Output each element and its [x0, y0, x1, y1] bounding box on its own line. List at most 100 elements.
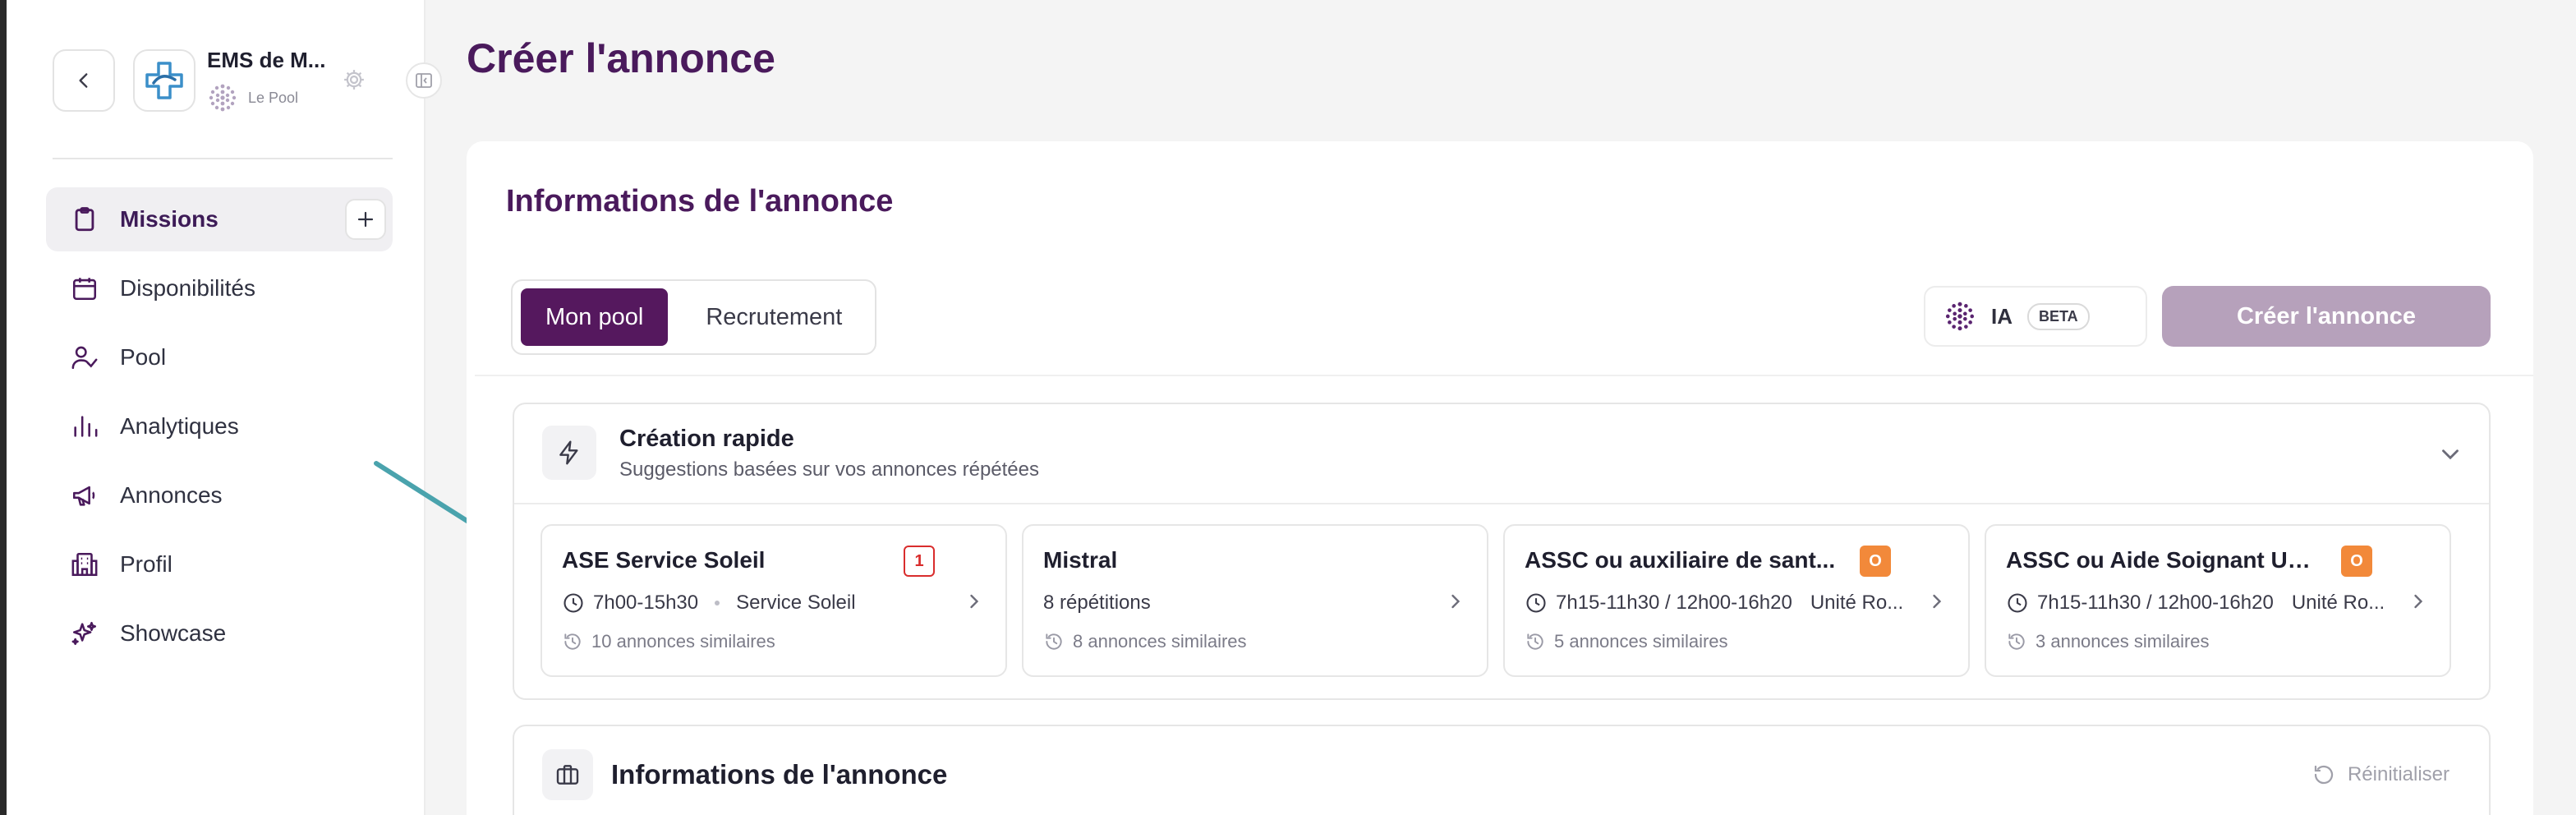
- collapse-sidebar-button[interactable]: [406, 62, 442, 99]
- announcement-form-card: Informations de l'annonce Mon pool Recru…: [467, 141, 2533, 815]
- chevron-right-icon: [1933, 594, 1942, 609]
- sidebar-item-missions[interactable]: Missions: [46, 187, 393, 251]
- reset-icon: [2314, 765, 2334, 785]
- section-title: Informations de l'annonce: [611, 759, 948, 790]
- quick-create-header[interactable]: Création rapide Suggestions basées sur v…: [514, 404, 2489, 504]
- suggestion-card[interactable]: ASE Service Soleil 1 7h00-15h30 Service …: [540, 524, 1007, 677]
- organization-name: EMS de M...: [207, 48, 326, 72]
- suggestion-location: Service Soleil: [736, 592, 856, 614]
- organization-logo: [133, 49, 196, 112]
- suggestion-details: 7h15-11h30 / 12h00-16h20 Unité Ro...: [2006, 592, 2400, 615]
- suggestion-card[interactable]: ASSC ou Aide Soignant Uni... O 7h15-11h3…: [1985, 524, 2451, 677]
- separator-dot: [715, 601, 720, 605]
- suggestion-list: ASE Service Soleil 1 7h00-15h30 Service …: [540, 524, 2451, 677]
- gear-icon[interactable]: [342, 67, 366, 92]
- sidebar-item-label: Profil: [120, 551, 172, 577]
- announcement-info-section: Informations de l'annonce Réinitialiser: [513, 725, 2491, 815]
- megaphone-icon: [69, 480, 100, 511]
- suggestion-badge: 1: [904, 546, 935, 577]
- suggestion-similar-count: 5 annonces similaires: [1554, 631, 1728, 652]
- clipboard-icon: [69, 204, 100, 235]
- pool-logo-icon: [209, 84, 237, 112]
- sidebar-item-pool[interactable]: Pool: [46, 325, 393, 389]
- calendar-icon: [69, 273, 100, 304]
- suggestion-card[interactable]: ASSC ou auxiliaire de sant... O 7h15-11h…: [1503, 524, 1970, 677]
- suggestion-details: 8 répétitions: [1043, 592, 1438, 615]
- chevron-right-icon: [970, 594, 979, 609]
- ai-logo-icon: [1945, 302, 1975, 331]
- sidebar-item-label: Analytiques: [120, 413, 239, 439]
- history-icon: [1527, 633, 1543, 650]
- page-title: Créer l'annonce: [467, 35, 775, 81]
- suggestion-similar-count: 3 annonces similaires: [2036, 631, 2210, 652]
- reset-button[interactable]: Réinitialiser: [2312, 762, 2450, 787]
- chevron-left-icon: [79, 73, 88, 88]
- suggestion-badge: O: [2341, 546, 2372, 577]
- suggestion-card[interactable]: Mistral 8 répétitions 8 annonces similai…: [1022, 524, 1488, 677]
- sparkles-icon: [69, 618, 100, 649]
- lightning-icon: [542, 426, 596, 480]
- suggestion-similar-count: 10 annonces similaires: [591, 631, 775, 652]
- quick-create-subtitle: Suggestions basées sur vos annonces répé…: [619, 458, 1039, 481]
- suggestion-repetitions: 8 répétitions: [1043, 592, 1151, 614]
- suggestion-similar: 10 annonces similaires: [562, 631, 775, 652]
- suggestion-time: 7h15-11h30 / 12h00-16h20: [1556, 592, 1792, 614]
- beta-badge: BETA: [2027, 302, 2090, 330]
- history-icon: [1046, 633, 1062, 650]
- quick-create-panel: Création rapide Suggestions basées sur v…: [513, 403, 2491, 700]
- organization-pool-label: Le Pool: [248, 89, 299, 106]
- create-announcement-button[interactable]: Créer l'annonce: [2162, 286, 2491, 347]
- sidebar-item-annonces[interactable]: Annonces: [46, 463, 393, 527]
- suggestion-location: Unité Ro...: [2291, 592, 2385, 614]
- back-button[interactable]: [53, 49, 115, 112]
- history-icon: [564, 633, 581, 650]
- tab-mon-pool[interactable]: Mon pool: [521, 288, 669, 346]
- window-edge: [0, 0, 7, 815]
- sidebar-item-showcase[interactable]: Showcase: [46, 601, 393, 665]
- card-title: Informations de l'annonce: [506, 184, 894, 219]
- suggestion-badge: O: [1860, 546, 1891, 577]
- chevron-right-icon: [1451, 594, 1460, 609]
- reset-label: Réinitialiser: [2347, 763, 2450, 785]
- sidebar-item-label: Pool: [120, 344, 167, 370]
- ia-label: IA: [1991, 303, 2012, 329]
- user-check-icon: [69, 342, 100, 373]
- suggestion-title: ASE Service Soleil: [562, 547, 766, 573]
- sidebar-item-label: Missions: [120, 206, 218, 232]
- sidebar-item-label: Showcase: [120, 620, 227, 646]
- organization-subtitle: Le Pool: [207, 82, 298, 113]
- suggestion-details: 7h15-11h30 / 12h00-16h20 Unité Ro...: [1525, 592, 1919, 615]
- chevron-right-icon: [2414, 594, 2423, 609]
- suggestion-location: Unité Ro...: [1810, 592, 1904, 614]
- building-icon: [69, 549, 100, 580]
- suggestion-similar: 8 annonces similaires: [1043, 631, 1247, 652]
- card-divider: [475, 375, 2533, 376]
- sidebar-item-disponibilites[interactable]: Disponibilités: [46, 256, 393, 320]
- clock-icon: [2008, 593, 2027, 613]
- add-mission-button[interactable]: [345, 199, 386, 240]
- sidebar-nav: Missions Disponibilités Pool Analytiques: [46, 187, 393, 670]
- plus-icon: [357, 211, 374, 228]
- sidebar-item-analytiques[interactable]: Analytiques: [46, 394, 393, 458]
- medical-cross-logo-icon: [145, 62, 183, 99]
- suggestion-time: 7h00-15h30: [593, 592, 699, 614]
- chevron-down-icon[interactable]: [2436, 440, 2464, 468]
- sidebar-divider: [53, 158, 393, 159]
- history-icon: [2008, 633, 2025, 650]
- suggestion-similar-count: 8 annonces similaires: [1073, 631, 1247, 652]
- bar-chart-icon: [69, 411, 100, 442]
- tab-recrutement[interactable]: Recrutement: [681, 288, 867, 346]
- clock-icon: [1526, 593, 1546, 613]
- ia-button[interactable]: IA BETA: [1924, 286, 2147, 347]
- briefcase-icon: [542, 749, 593, 800]
- clock-icon: [564, 593, 583, 613]
- suggestion-title: Mistral: [1043, 547, 1118, 573]
- sidebar-item-label: Annonces: [120, 482, 223, 508]
- suggestion-title: ASSC ou auxiliaire de sant...: [1525, 547, 1836, 573]
- suggestion-title: ASSC ou Aide Soignant Uni...: [2006, 547, 2318, 573]
- sidebar-item-profil[interactable]: Profil: [46, 532, 393, 596]
- suggestion-details: 7h00-15h30 Service Soleil: [562, 592, 956, 615]
- sidebar-toggle-icon: [416, 73, 432, 88]
- suggestion-similar: 5 annonces similaires: [1525, 631, 1728, 652]
- sidebar: EMS de M... Le Pool Missions Disponibili…: [7, 0, 426, 815]
